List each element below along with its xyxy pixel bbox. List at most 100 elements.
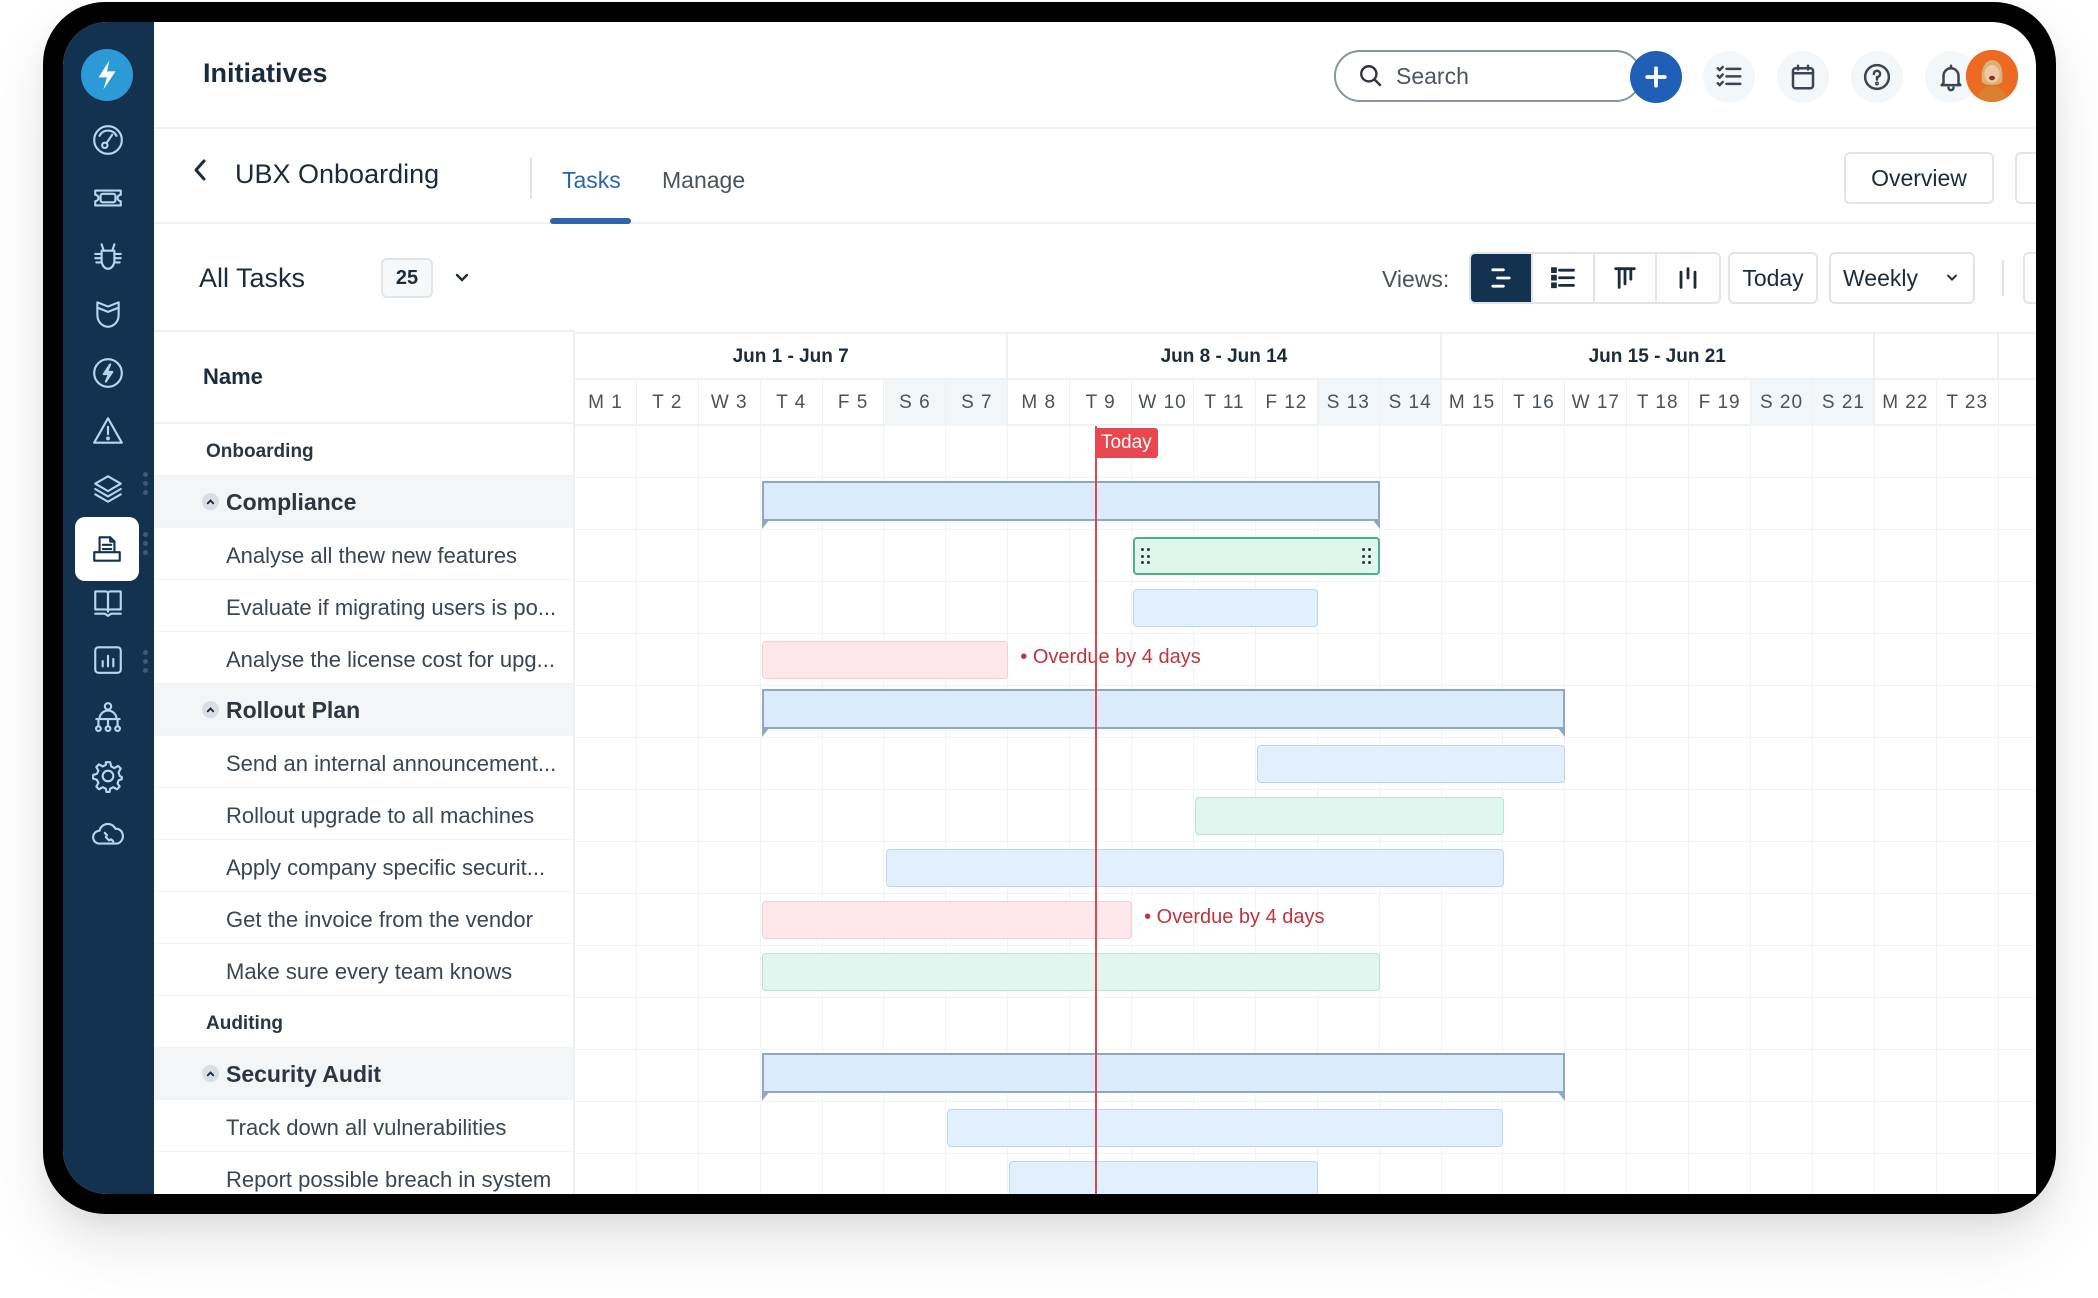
- task-row[interactable]: Get the invoice from the vendor: [154, 892, 573, 944]
- day-header-cell: M 15: [1442, 380, 1504, 426]
- task-bar[interactable]: [947, 1109, 1504, 1147]
- day-header-cell: F 5: [823, 380, 885, 426]
- app-screen: Initiatives Search UBX Onboarding Tasks …: [63, 22, 2036, 1194]
- view-list-button[interactable]: [1533, 254, 1595, 302]
- resize-handle-left[interactable]: [1141, 548, 1151, 566]
- app-logo[interactable]: [81, 49, 133, 101]
- view-board-button[interactable]: [1595, 254, 1657, 302]
- help-button[interactable]: [1851, 51, 1903, 103]
- search-box[interactable]: [1334, 50, 1642, 102]
- task-row[interactable]: Analyse all thew new features: [154, 528, 573, 580]
- shield-icon: [96, 301, 120, 328]
- task-bar[interactable]: [1195, 797, 1504, 835]
- section-row[interactable]: Onboarding: [154, 424, 573, 476]
- task-bar[interactable]: [761, 641, 1009, 679]
- task-row[interactable]: Evaluate if migrating users is po...: [154, 580, 573, 632]
- alert-triangle-icon: [93, 417, 123, 444]
- task-row[interactable]: Rollout upgrade to all machines: [154, 788, 573, 840]
- group-summary-bar[interactable]: [761, 689, 1566, 737]
- overview-button[interactable]: Overview: [1844, 152, 1994, 204]
- todo-button[interactable]: [1703, 51, 1755, 103]
- task-bar[interactable]: [761, 901, 1133, 939]
- divider: [2002, 260, 2004, 296]
- checklist-icon: [1716, 65, 1742, 87]
- task-rows: Onboarding Compliance Analyse all thew new…: [154, 424, 573, 1194]
- document-tray-icon: [93, 536, 121, 562]
- group-summary-bar[interactable]: [761, 481, 1380, 529]
- user-avatar[interactable]: [1966, 50, 2018, 102]
- day-header-cell: W 3: [699, 380, 761, 426]
- section-row[interactable]: Auditing: [154, 996, 573, 1048]
- week-header-cell: Jun 8 - Jun 14: [1008, 334, 1442, 380]
- day-header-cell: F 12: [1256, 380, 1318, 426]
- day-header-cell: T 9: [1070, 380, 1133, 426]
- task-row[interactable]: Track down all vulnerabilities: [154, 1100, 573, 1152]
- task-bar[interactable]: [1133, 589, 1318, 627]
- view-columns-button[interactable]: [1657, 254, 1719, 302]
- task-bar[interactable]: [761, 953, 1380, 991]
- ticket-icon: [94, 189, 122, 207]
- task-row[interactable]: Apply company specific securit...: [154, 840, 573, 892]
- search-input[interactable]: [1396, 62, 1616, 90]
- sidebar-drag-handle[interactable]: [143, 650, 149, 673]
- row-label: Report possible breach in system: [226, 1167, 552, 1192]
- task-bar[interactable]: [1256, 745, 1566, 783]
- page-title: Initiatives: [203, 58, 328, 88]
- sidebar-item-alerts[interactable]: [84, 407, 132, 455]
- cloud-phone-icon: [92, 822, 124, 845]
- sidebar-item-dashboard[interactable]: [84, 116, 132, 164]
- task-row[interactable]: Send an internal announcement...: [154, 736, 573, 788]
- day-header-cell: S 6: [884, 380, 947, 426]
- sidebar-item-assets[interactable]: [84, 465, 132, 513]
- calendar-button[interactable]: [1777, 51, 1829, 103]
- chevron-down-icon[interactable]: [452, 268, 472, 288]
- timescale-dropdown[interactable]: Weekly: [1829, 252, 1975, 304]
- bell-icon: [1940, 64, 1962, 92]
- task-bar[interactable]: [1133, 537, 1380, 575]
- sidebar-item-problems[interactable]: [84, 232, 132, 280]
- collapse-chevron-icon[interactable]: [202, 1065, 219, 1082]
- task-bar[interactable]: [885, 849, 1504, 887]
- day-header-cell: T 2: [637, 380, 699, 426]
- collapse-chevron-icon[interactable]: [202, 701, 219, 718]
- chevron-down-icon: [1947, 274, 1957, 281]
- project-name: UBX Onboarding: [235, 159, 440, 189]
- task-row[interactable]: Report possible breach in system: [154, 1152, 573, 1194]
- group-row[interactable]: Security Audit: [154, 1048, 573, 1100]
- sidebar-drag-handle[interactable]: [143, 472, 149, 495]
- org-chart-icon: [95, 702, 121, 733]
- group-row[interactable]: Rollout Plan: [154, 684, 573, 736]
- task-bar[interactable]: [1009, 1161, 1318, 1194]
- add-button[interactable]: [1630, 51, 1682, 103]
- sidebar-item-settings[interactable]: [84, 752, 132, 800]
- week-header: Jun 1 - Jun 7 Jun 8 - Jun 14 Jun 15 - Jun …: [575, 332, 2036, 380]
- tab-tasks[interactable]: Tasks: [562, 167, 621, 194]
- group-row[interactable]: Compliance: [154, 476, 573, 528]
- filter-button[interactable]: [2023, 252, 2036, 304]
- sidebar-item-projects[interactable]: [75, 517, 139, 581]
- views-label: Views:: [1382, 266, 1450, 292]
- sidebar-drag-handle[interactable]: [143, 532, 149, 555]
- task-filter-title[interactable]: All Tasks: [199, 263, 305, 294]
- sidebar-item-cloud-phone[interactable]: [84, 810, 132, 858]
- task-row[interactable]: Make sure every team knows: [154, 944, 573, 996]
- sidebar-item-changes[interactable]: [84, 290, 132, 338]
- group-summary-bar[interactable]: [761, 1053, 1566, 1101]
- sidebar-item-org[interactable]: [84, 694, 132, 742]
- sidebar-item-tickets[interactable]: [84, 174, 132, 222]
- sidebar-item-analytics[interactable]: [84, 636, 132, 684]
- view-gantt-button[interactable]: [1471, 254, 1533, 302]
- task-row[interactable]: Analyse the license cost for upg...: [154, 632, 573, 684]
- day-header-cell: S 7: [946, 380, 1009, 426]
- sidebar-item-releases[interactable]: [84, 349, 132, 397]
- back-button[interactable]: [192, 157, 208, 190]
- project-header: UBX Onboarding Tasks Manage Overview: [154, 129, 2036, 224]
- sidebar-item-solutions[interactable]: [84, 578, 132, 626]
- more-options-button[interactable]: [2015, 152, 2036, 204]
- day-header-cell: M 1: [575, 380, 637, 426]
- day-header-cell: T 11: [1194, 380, 1256, 426]
- collapse-chevron-icon[interactable]: [202, 493, 219, 510]
- tab-manage[interactable]: Manage: [662, 167, 745, 194]
- today-button[interactable]: Today: [1728, 252, 1818, 304]
- resize-handle-right[interactable]: [1361, 548, 1372, 566]
